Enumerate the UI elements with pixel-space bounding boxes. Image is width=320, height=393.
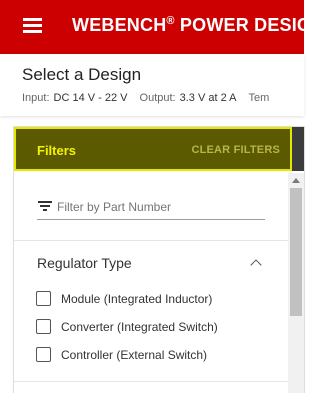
chevron-up-icon[interactable]: [250, 259, 262, 271]
filters-title: Filters: [37, 143, 77, 158]
registered-mark: ®: [166, 15, 175, 27]
temperature-spec-label: Tem: [248, 92, 270, 104]
hamburger-menu-icon[interactable]: [23, 18, 42, 34]
app-title-rest: POWER DESIGNE: [179, 15, 304, 35]
design-summary-bar: Select a Design Input: DC 14 V - 22 V Outp…: [0, 54, 304, 116]
output-spec-label: Output:: [139, 92, 176, 104]
scroll-up-arrow-icon[interactable]: [292, 178, 300, 183]
app-header: WEBENCH® POWER DESIGNE: [0, 0, 304, 54]
page-title: Select a Design: [22, 65, 142, 84]
option-controller[interactable]: Controller (External Switch): [36, 347, 276, 365]
option-module[interactable]: Module (Integrated Inductor): [36, 291, 276, 309]
scrollbar-thumb[interactable]: [290, 188, 302, 316]
header-edge: [292, 127, 304, 171]
divider: [14, 381, 288, 382]
option-converter[interactable]: Converter (Integrated Switch): [36, 319, 276, 337]
input-spec-label: Input:: [22, 92, 50, 104]
clear-filters-button[interactable]: CLEAR FILTERS: [191, 144, 280, 156]
part-number-search-input[interactable]: [57, 197, 257, 217]
output-spec-value: 3.3 V at 2 A: [179, 92, 237, 104]
filters-panel: Filters CLEAR FILTERS Regulator Type Mod…: [13, 126, 305, 393]
option-label: Converter (Integrated Switch): [61, 320, 218, 334]
controller-checkbox[interactable]: [36, 347, 51, 362]
option-label: Module (Integrated Inductor): [61, 292, 213, 306]
input-spec-value: DC 14 V - 22 V: [53, 92, 128, 104]
design-specs: Input: DC 14 V - 22 V Output: 3.3 V at 2 A T…: [22, 92, 269, 104]
module-checkbox[interactable]: [36, 291, 51, 306]
converter-checkbox[interactable]: [36, 319, 51, 334]
divider: [14, 240, 288, 241]
filter-icon: [38, 201, 52, 211]
filters-scrollbar[interactable]: [288, 173, 304, 393]
regulator-type-heading[interactable]: Regulator Type: [37, 255, 132, 271]
option-label: Controller (External Switch): [61, 348, 208, 362]
app-title-brand: WEBENCH: [72, 15, 167, 35]
app-title: WEBENCH® POWER DESIGNE: [72, 15, 304, 36]
filters-header: Filters CLEAR FILTERS: [14, 127, 292, 171]
part-number-filter: [37, 197, 265, 220]
